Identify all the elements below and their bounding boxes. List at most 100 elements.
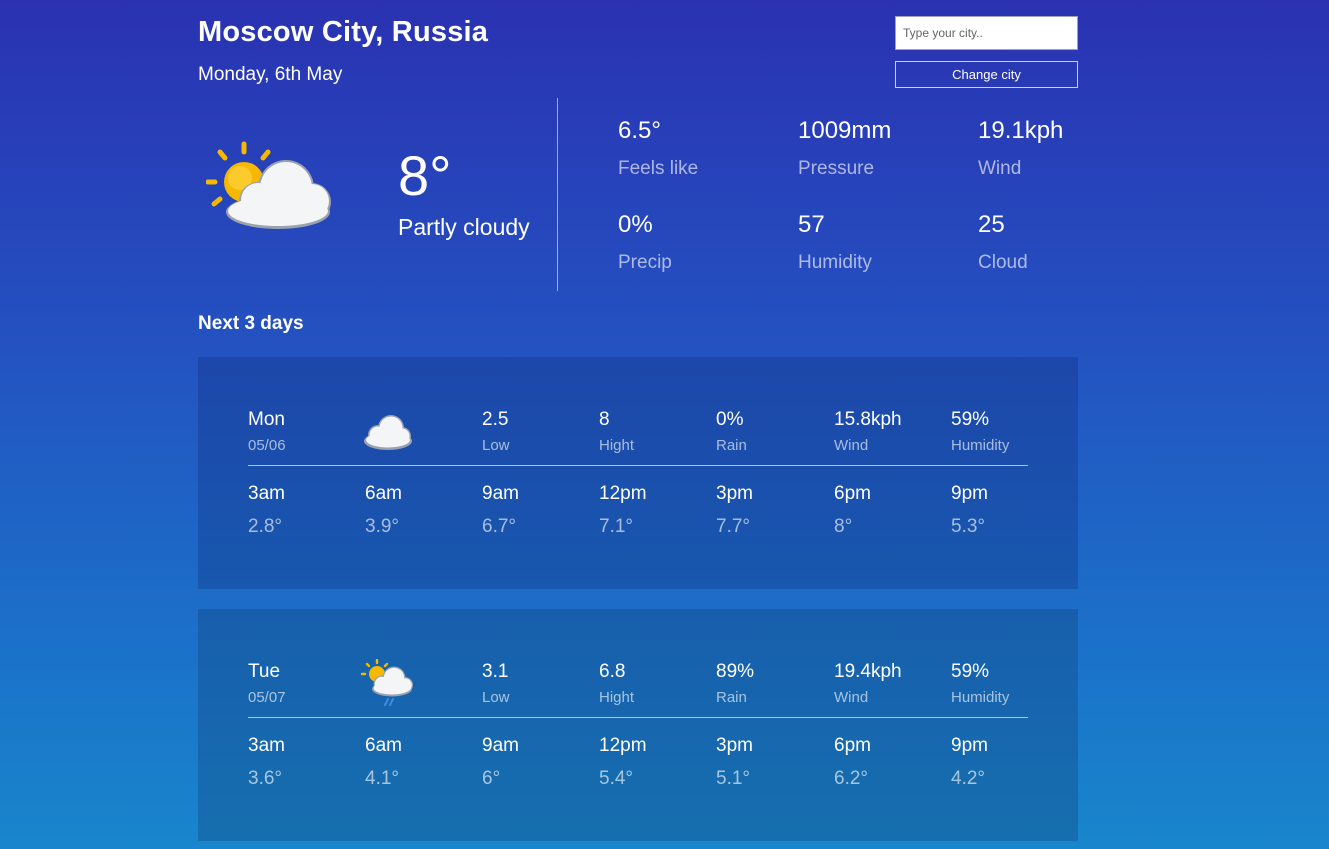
hour-time: 3pm — [716, 735, 753, 756]
high-col: 8 Hight — [599, 409, 634, 454]
hour-time: 12pm — [599, 483, 647, 504]
hour-time: 9am — [482, 735, 519, 756]
current-condition: Partly cloudy — [398, 214, 530, 240]
hour-temp: 6.2° — [834, 768, 869, 789]
high-value: 6.8 — [599, 661, 626, 682]
card-divider — [248, 717, 1028, 718]
low-value: 2.5 — [482, 409, 509, 430]
humidity-value: 59% — [951, 661, 990, 682]
hour-temp: 6° — [482, 768, 501, 789]
wind-col: 19.4kph Wind — [834, 661, 902, 706]
stat-value: 0% — [618, 211, 653, 238]
stat-value: 57 — [798, 211, 825, 238]
high-value: 8 — [599, 409, 610, 430]
change-city-button[interactable]: Change city — [895, 61, 1078, 88]
day-date: 05/07 — [248, 689, 286, 706]
city-search-input[interactable] — [895, 16, 1078, 50]
stat-value: 19.1kph — [978, 117, 1064, 144]
wind-value: 15.8kph — [834, 409, 902, 430]
hour-item: 6pm 8° — [834, 483, 871, 538]
hour-temp: 4.2° — [951, 768, 986, 789]
sun-cloud-rain-icon — [360, 659, 413, 706]
hour-temp: 7.1° — [599, 516, 634, 537]
hour-item: 6am 3.9° — [365, 483, 402, 538]
stat-wind: 19.1kph Wind — [978, 117, 1138, 180]
high-col: 6.8 Hight — [599, 661, 634, 706]
hour-item: 9pm 4.2° — [951, 735, 988, 790]
stat-label: Pressure — [798, 158, 875, 179]
forecast-title: Next 3 days — [198, 313, 304, 334]
hour-item: 6am 4.1° — [365, 735, 402, 790]
humidity-label: Humidity — [951, 689, 1010, 706]
hour-item: 9am 6° — [482, 735, 519, 790]
stat-value: 25 — [978, 211, 1005, 238]
high-label: Hight — [599, 437, 635, 454]
rain-col: 89% Rain — [716, 661, 754, 706]
hour-time: 9pm — [951, 735, 988, 756]
current-temperature: 8° — [398, 144, 452, 207]
city-title: Moscow City, Russia — [198, 16, 489, 48]
vertical-divider — [557, 98, 558, 291]
wind-label: Wind — [834, 437, 869, 454]
hour-temp: 7.7° — [716, 516, 751, 537]
hour-time: 9pm — [951, 483, 988, 504]
rain-label: Rain — [716, 437, 747, 454]
high-label: Hight — [599, 689, 635, 706]
hour-temp: 5.1° — [716, 768, 751, 789]
hour-item: 3am 3.6° — [248, 735, 285, 790]
current-date: Monday, 6th May — [198, 64, 343, 85]
forecast-day-card: Tue 05/07 3.1 Low 6.8 Hight 89% Rain 19.… — [198, 609, 1078, 841]
stat-humidity: 57 Humidity — [798, 211, 958, 274]
stat-label: Humidity — [798, 252, 872, 273]
cloud-icon — [364, 415, 412, 450]
rain-col: 0% Rain — [716, 409, 747, 454]
hour-time: 3pm — [716, 483, 753, 504]
stat-precip: 0% Precip — [618, 211, 778, 274]
hour-item: 9am 6.7° — [482, 483, 519, 538]
low-value: 3.1 — [482, 661, 509, 682]
hour-item: 3pm 7.7° — [716, 483, 753, 538]
day-name: Mon — [248, 409, 285, 430]
humidity-label: Humidity — [951, 437, 1010, 454]
hour-temp: 4.1° — [365, 768, 400, 789]
stat-value: 1009mm — [798, 117, 892, 144]
rain-label: Rain — [716, 689, 747, 706]
weather-app: Moscow City, Russia Monday, 6th May Chan… — [198, 0, 1078, 849]
humidity-col: 59% Humidity — [951, 661, 1009, 706]
hour-item: 12pm 7.1° — [599, 483, 647, 538]
wind-value: 19.4kph — [834, 661, 902, 682]
hour-item: 12pm 5.4° — [599, 735, 647, 790]
stat-label: Cloud — [978, 252, 1028, 273]
hour-item: 9pm 5.3° — [951, 483, 988, 538]
day-name-col: Mon 05/06 — [248, 409, 286, 454]
hour-temp: 5.3° — [951, 516, 986, 537]
hour-temp: 5.4° — [599, 768, 634, 789]
hour-temp: 3.9° — [365, 516, 400, 537]
rain-value: 89% — [716, 661, 755, 682]
hour-temp: 6.7° — [482, 516, 517, 537]
hour-time: 12pm — [599, 735, 647, 756]
hour-temp: 3.6° — [248, 768, 283, 789]
stat-cloud: 25 Cloud — [978, 211, 1138, 274]
wind-label: Wind — [834, 689, 869, 706]
hour-time: 9am — [482, 483, 519, 504]
hour-item: 3pm 5.1° — [716, 735, 753, 790]
hour-time: 3am — [248, 735, 285, 756]
stat-value: 6.5° — [618, 117, 661, 144]
low-label: Low — [482, 689, 510, 706]
hour-time: 6pm — [834, 735, 871, 756]
low-col: 2.5 Low — [482, 409, 510, 454]
low-label: Low — [482, 437, 510, 454]
hour-time: 3am — [248, 483, 285, 504]
humidity-value: 59% — [951, 409, 990, 430]
wind-col: 15.8kph Wind — [834, 409, 902, 454]
hour-time: 6pm — [834, 483, 871, 504]
hour-time: 6am — [365, 483, 402, 504]
hour-temp: 8° — [834, 516, 853, 537]
day-name-col: Tue 05/07 — [248, 661, 286, 706]
partly-cloudy-sun-icon — [206, 141, 331, 229]
day-name: Tue — [248, 661, 281, 682]
forecast-day-card: Mon 05/06 2.5 Low 8 Hight 0% Rain 15.8kp… — [198, 357, 1078, 589]
humidity-col: 59% Humidity — [951, 409, 1009, 454]
card-divider — [248, 465, 1028, 466]
